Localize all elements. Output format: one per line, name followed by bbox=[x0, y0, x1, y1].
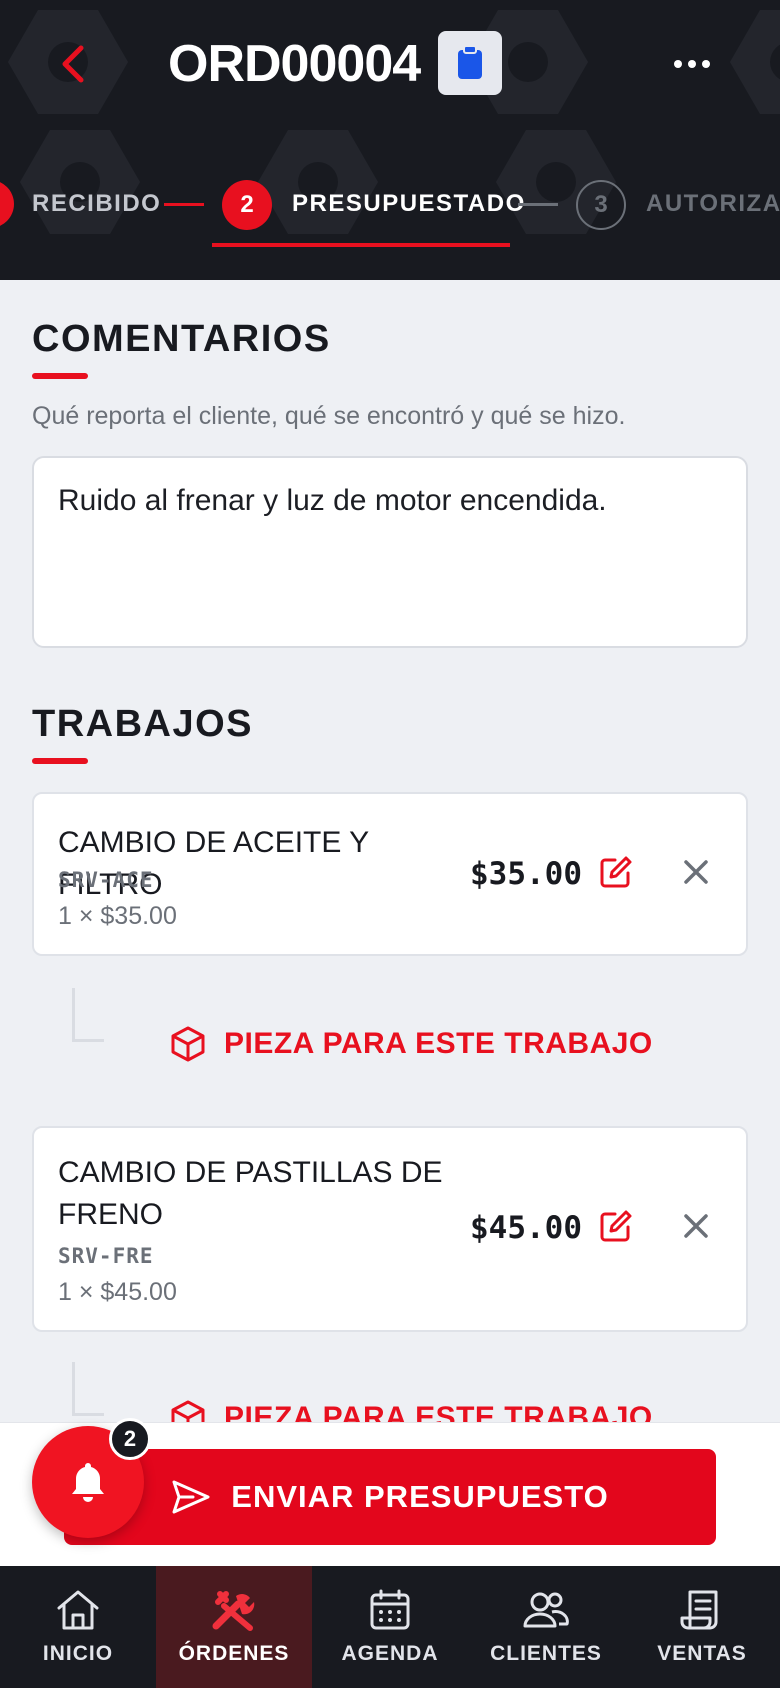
send-quote-label: ENVIAR PRESUPUESTO bbox=[231, 1479, 609, 1514]
step-2-label[interactable]: PRESUPUESTADO bbox=[292, 190, 526, 218]
tree-connector bbox=[72, 988, 104, 1042]
nav-label: AGENDA bbox=[341, 1642, 439, 1665]
nav-item-ventas[interactable]: VENTAS bbox=[624, 1566, 780, 1688]
nav-item-agenda[interactable]: AGENDA bbox=[312, 1566, 468, 1688]
bell-icon bbox=[72, 1463, 104, 1502]
nav-label: VENTAS bbox=[657, 1642, 747, 1665]
nav-label: CLIENTES bbox=[490, 1642, 602, 1665]
add-piece-button[interactable]: PIEZA PARA ESTE TRABAJO bbox=[170, 1020, 653, 1068]
job-price: $45.00 bbox=[470, 1210, 582, 1246]
notifications-badge: 2 bbox=[109, 1418, 151, 1460]
step-2-circle: 2 bbox=[222, 180, 272, 230]
step-3-circle: 3 bbox=[576, 180, 626, 230]
close-icon bbox=[684, 860, 708, 884]
nav-label: ÓRDENES bbox=[178, 1642, 290, 1665]
comments-textarea[interactable]: Ruido al frenar y luz de motor encendida… bbox=[32, 456, 748, 648]
job-name: CAMBIO DE PASTILLAS DE FRENO bbox=[58, 1156, 443, 1231]
close-icon bbox=[684, 1214, 708, 1238]
order-title: ORD00004 bbox=[168, 35, 421, 93]
nav-item-inicio[interactable]: INICIO bbox=[0, 1566, 156, 1688]
section-accent-bar bbox=[32, 758, 88, 764]
back-button[interactable] bbox=[44, 36, 100, 92]
delete-job-button[interactable] bbox=[674, 1204, 718, 1248]
clipboard-icon bbox=[458, 45, 482, 79]
jobs-title: TRABAJOS bbox=[32, 703, 254, 745]
nav-item-ordenes[interactable]: ÓRDENES bbox=[156, 1566, 312, 1688]
step-1-circle bbox=[0, 180, 14, 228]
edit-job-button[interactable] bbox=[594, 1204, 638, 1248]
edit-icon bbox=[600, 856, 632, 888]
comments-subtitle: Qué reporta el cliente, qué se encontró … bbox=[32, 402, 626, 430]
status-stepper: RECIBIDO 2 PRESUPUESTADO 3 AUTORIZADO bbox=[0, 176, 780, 232]
job-code: SRV-FRE bbox=[58, 1244, 154, 1268]
job-quantity: 1 × $45.00 bbox=[58, 1278, 177, 1306]
tree-connector bbox=[72, 1362, 104, 1416]
comments-title: COMENTARIOS bbox=[32, 318, 331, 360]
receipt-icon bbox=[680, 1590, 718, 1630]
add-piece-label: PIEZA PARA ESTE TRABAJO bbox=[224, 1027, 653, 1060]
edit-job-button[interactable] bbox=[594, 850, 638, 894]
active-step-indicator bbox=[212, 243, 510, 247]
step-3-label[interactable]: AUTORIZADO bbox=[646, 190, 780, 218]
clipboard-button[interactable] bbox=[438, 31, 502, 95]
box-icon bbox=[171, 1026, 205, 1062]
users-icon bbox=[523, 1592, 569, 1628]
more-options-button[interactable] bbox=[660, 40, 724, 88]
job-quantity: 1 × $35.00 bbox=[58, 902, 177, 930]
more-icon bbox=[674, 60, 710, 68]
hex-pattern-decoration bbox=[730, 10, 780, 114]
tools-icon bbox=[212, 1591, 255, 1631]
job-card[interactable]: CAMBIO DE ACEITE Y FILTRO SRV-ACE 1 × $3… bbox=[32, 792, 748, 956]
job-code: SRV-ACE bbox=[58, 868, 154, 892]
bottom-navigation: INICIO ÓRDENES AGENDA CLIENTES VENTAS bbox=[0, 1566, 780, 1688]
delete-job-button[interactable] bbox=[674, 850, 718, 894]
app-header: ORD00004 RECIBIDO 2 PRESUPUESTADO 3 AUTO… bbox=[0, 0, 780, 280]
chevron-left-icon bbox=[62, 45, 84, 83]
job-name: CAMBIO DE ACEITE Y FILTRO bbox=[58, 826, 369, 901]
send-icon bbox=[172, 1480, 210, 1514]
nav-item-clientes[interactable]: CLIENTES bbox=[468, 1566, 624, 1688]
calendar-icon bbox=[370, 1589, 410, 1630]
step-1-label[interactable]: RECIBIDO bbox=[32, 190, 161, 218]
job-price: $35.00 bbox=[470, 856, 582, 892]
section-accent-bar bbox=[32, 373, 88, 379]
step-connector bbox=[518, 203, 558, 206]
nav-label: INICIO bbox=[42, 1642, 114, 1665]
send-quote-button[interactable]: ENVIAR PRESUPUESTO bbox=[64, 1449, 716, 1545]
edit-icon bbox=[600, 1210, 632, 1242]
home-icon bbox=[57, 1590, 99, 1630]
step-connector bbox=[164, 203, 204, 206]
job-card[interactable]: CAMBIO DE PASTILLAS DE FRENO SRV-FRE 1 ×… bbox=[32, 1126, 748, 1332]
